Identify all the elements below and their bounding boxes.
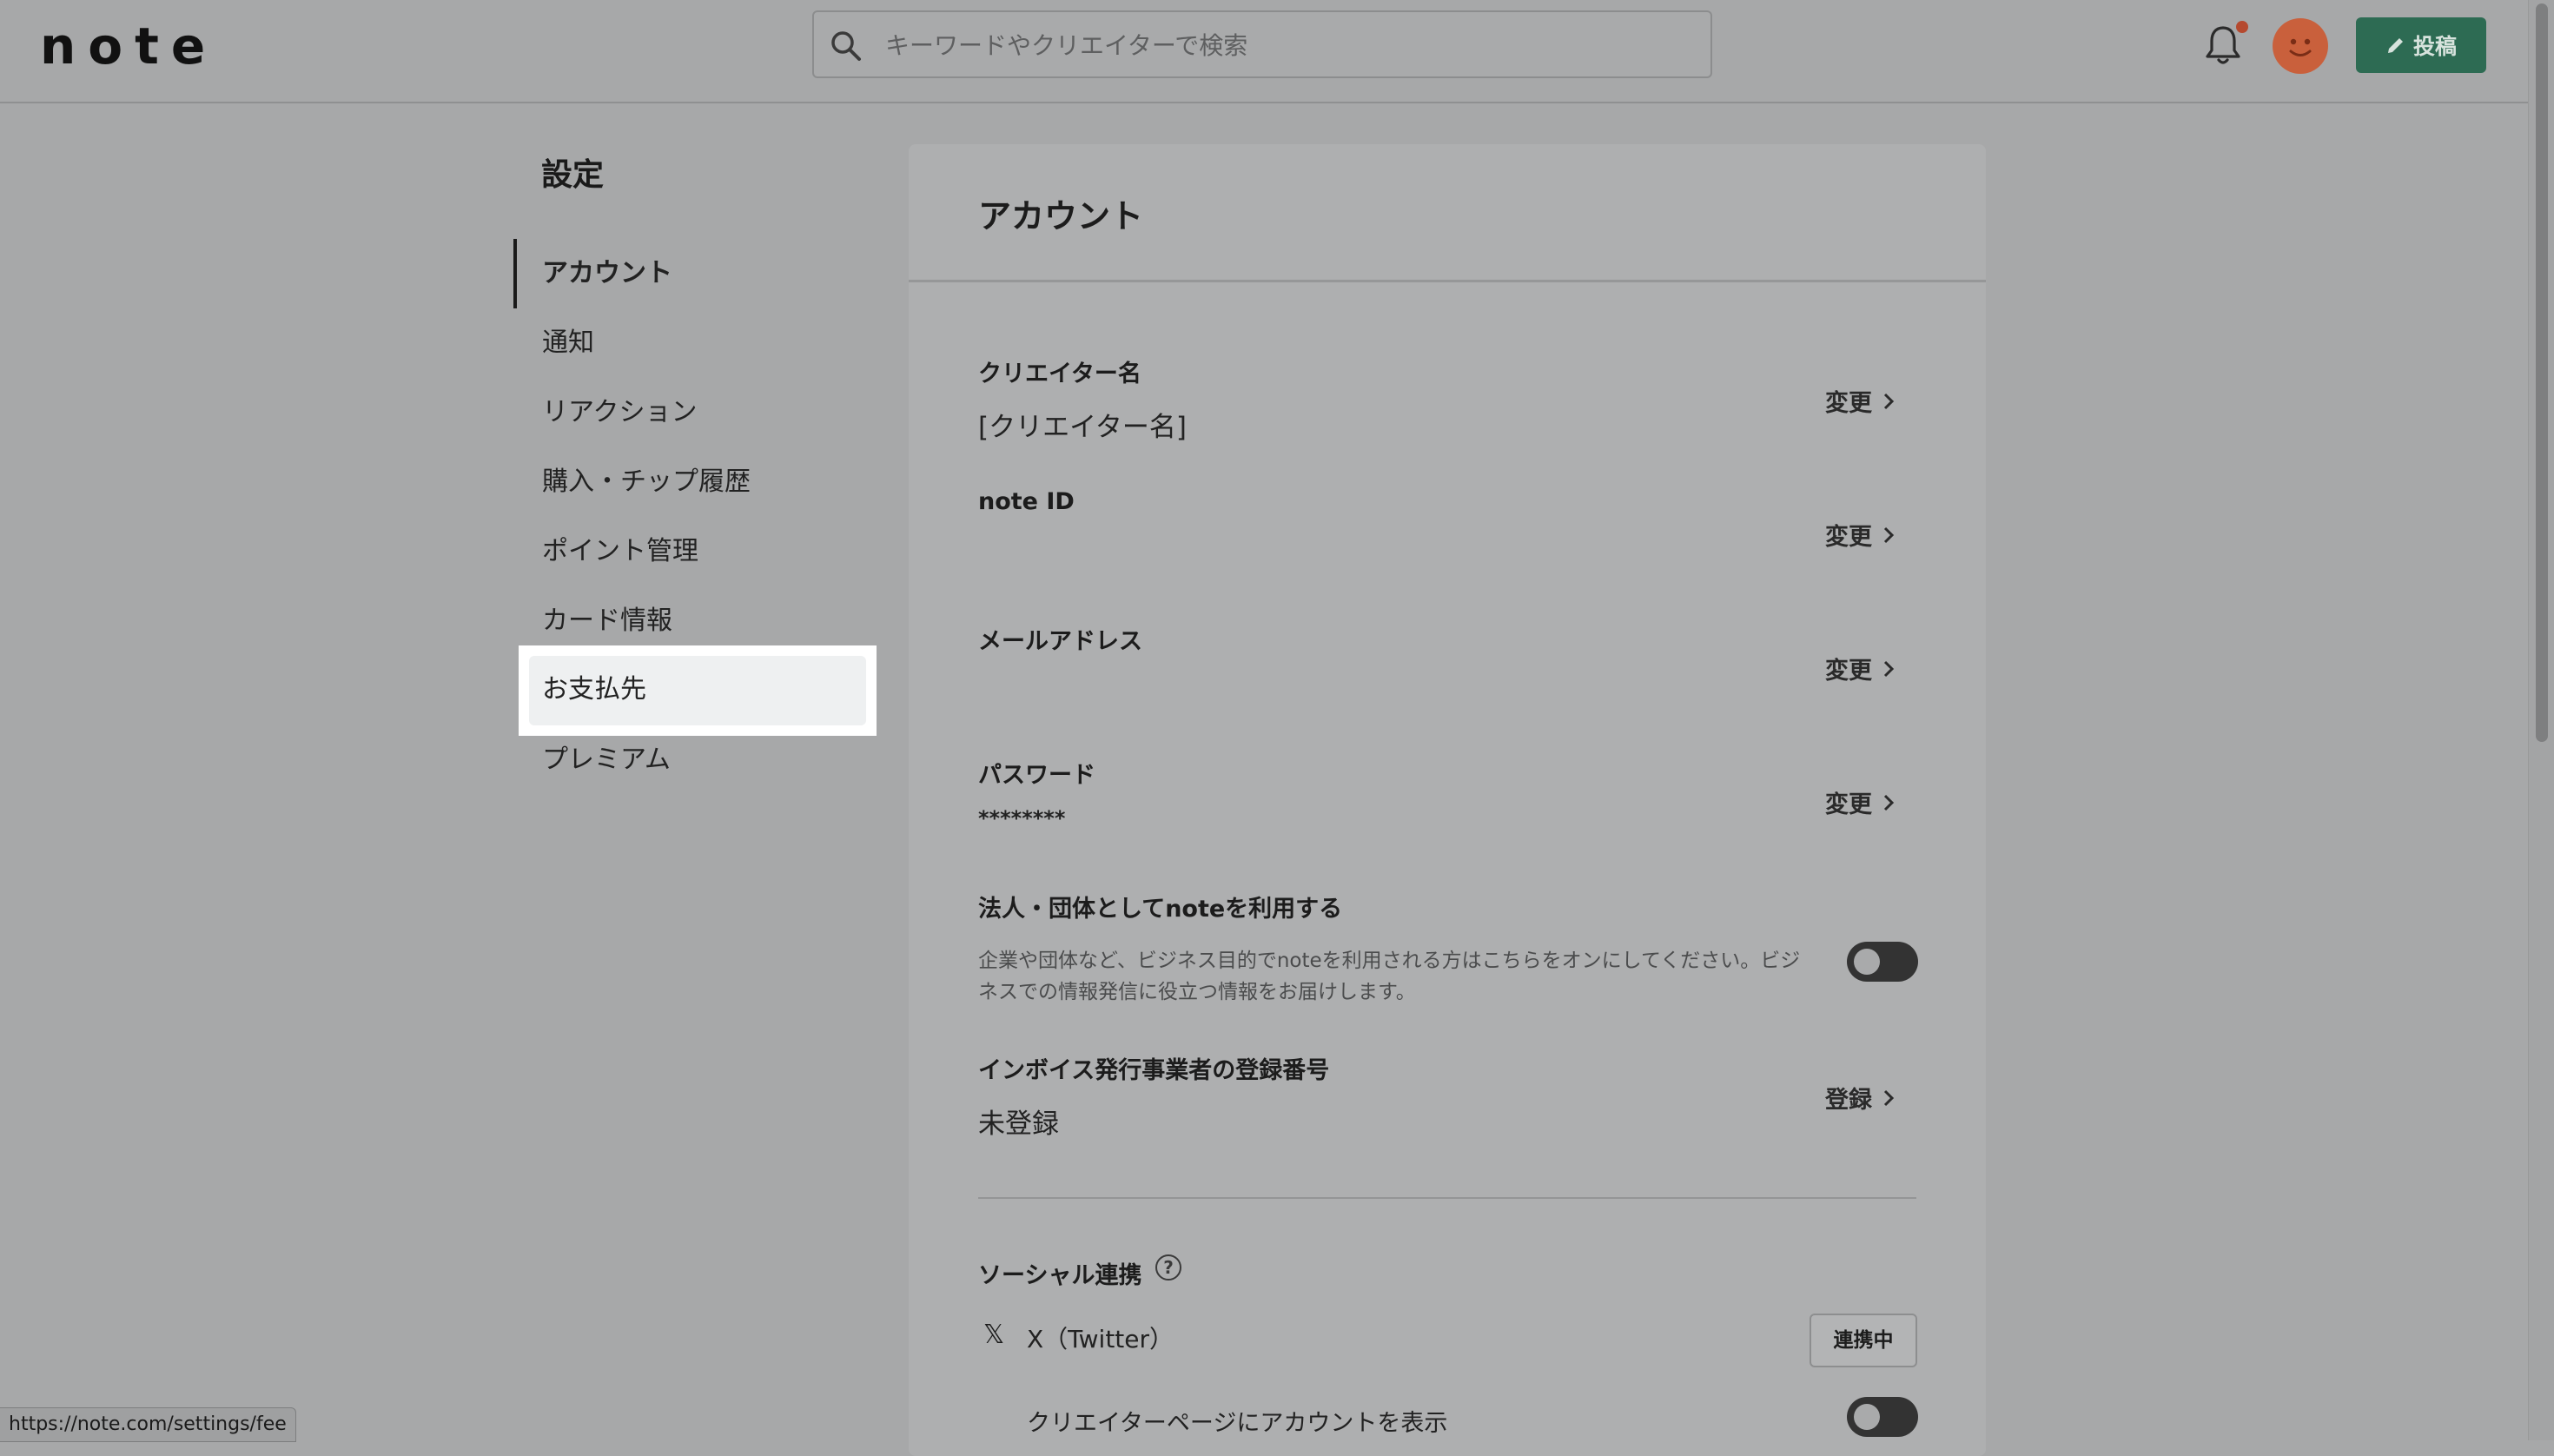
avatar[interactable] (2273, 18, 2328, 74)
linked-status-button[interactable]: 連携中 (1810, 1314, 1917, 1367)
help-circle-icon[interactable]: ? (1155, 1254, 1181, 1281)
corporate-toggle[interactable] (1847, 942, 1918, 982)
creator-name-label: クリエイター名 (978, 361, 1141, 387)
chevron-right-icon (1883, 660, 1895, 677)
password-value: ******** (978, 806, 1066, 831)
chevron-right-icon (1883, 526, 1895, 543)
show-account-toggle[interactable] (1847, 1397, 1918, 1437)
sidebar-item-account[interactable]: アカウント (513, 239, 877, 308)
sidebar-item-card-info[interactable]: カード情報 (513, 586, 877, 656)
search-box[interactable] (812, 10, 1712, 78)
note-logo[interactable]: note (40, 21, 217, 71)
sidebar-item-notification[interactable]: 通知 (513, 308, 877, 378)
invoice-value: 未登録 (978, 1109, 1059, 1140)
change-password-button[interactable]: 変更 (1825, 785, 1895, 819)
post-button[interactable]: 投稿 (2356, 17, 2486, 73)
invoice-label: インボイス発行事業者の登録番号 (978, 1057, 1330, 1084)
x-twitter-label: X（Twitter） (1027, 1325, 1174, 1353)
chevron-right-icon (1883, 393, 1895, 409)
creator-name-value: [クリエイター名] (978, 412, 1187, 443)
change-label: 変更 (1825, 390, 1872, 417)
change-label: 変更 (1825, 524, 1872, 551)
change-email-button[interactable]: 変更 (1825, 652, 1895, 685)
search-input[interactable] (883, 24, 1669, 66)
change-note-id-button[interactable]: 変更 (1825, 518, 1895, 552)
register-invoice-button[interactable]: 登録 (1825, 1081, 1895, 1115)
show-account-label: クリエイターページにアカウントを表示 (1027, 1410, 1448, 1437)
sidebar-item-purchase-history[interactable]: 購入・チップ履歴 (513, 447, 877, 517)
register-label: 登録 (1825, 1087, 1872, 1114)
status-bar-url: https://note.com/settings/fee (0, 1407, 296, 1442)
corporate-description: 企業や団体など、ビジネス目的でnoteを利用される方はこちらをオンにしてください… (978, 950, 1801, 1003)
change-label: 変更 (1825, 658, 1872, 685)
scrollbar-thumb[interactable] (2536, 3, 2548, 742)
social-label: ソーシャル連携 (978, 1262, 1142, 1289)
sidebar-item-points[interactable]: ポイント管理 (513, 517, 877, 586)
section-divider (978, 1197, 1916, 1199)
post-button-label: 投稿 (2412, 34, 2457, 59)
sidebar-item-payee[interactable]: お支払先 (513, 655, 877, 725)
scrollbar[interactable] (2528, 0, 2554, 1440)
chevron-right-icon (1883, 794, 1895, 811)
change-label: 変更 (1825, 791, 1872, 818)
note-id-label: note ID (978, 488, 1075, 515)
pencil-icon (2387, 38, 2403, 53)
search-icon (831, 31, 861, 61)
smiley-face-icon (2289, 38, 2312, 56)
sidebar-item-premium[interactable]: プレミアム (513, 725, 877, 795)
email-label: メールアドレス (978, 628, 1142, 655)
title-divider (909, 280, 1986, 282)
settings-title: 設定 (541, 157, 605, 193)
password-label: パスワード (978, 762, 1095, 789)
page-title: アカウント (978, 197, 1144, 235)
change-creator-name-button[interactable]: 変更 (1825, 384, 1895, 418)
top-header: note 投稿 (0, 0, 2528, 103)
notification-badge (2236, 21, 2248, 33)
account-card: アカウント クリエイター名 [クリエイター名] 変更 note ID 変更 メー… (909, 144, 1986, 1456)
sidebar-item-reaction[interactable]: リアクション (513, 378, 877, 447)
x-twitter-icon: 𝕏 (983, 1320, 1005, 1350)
chevron-right-icon (1883, 1089, 1895, 1106)
corporate-label: 法人・団体としてnoteを利用する (978, 896, 1343, 923)
